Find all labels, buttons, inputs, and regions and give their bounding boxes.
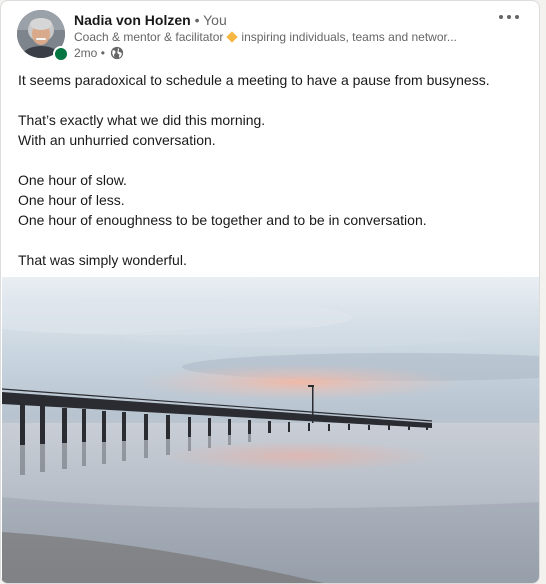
ellipsis-icon (499, 15, 503, 19)
presence-indicator (53, 46, 69, 62)
name-separator: • (194, 12, 200, 28)
author-relation: You (203, 12, 227, 28)
post-line: That’s exactly what we did this morning. (18, 112, 266, 128)
globe-icon (111, 46, 124, 60)
author-meta: Nadia von Holzen • You Coach & mentor & … (74, 11, 494, 61)
ellipsis-icon (507, 15, 511, 19)
post-time-line: 2mo • (74, 45, 494, 61)
post-line: One hour of enoughness to be together an… (18, 212, 427, 228)
time-separator: • (100, 46, 105, 60)
post-image[interactable] (1, 277, 539, 583)
ellipsis-icon (515, 15, 519, 19)
author-name-line: Nadia von Holzen • You (74, 11, 494, 29)
headline-part-1: Coach & mentor & facilitator (74, 30, 224, 44)
post-line: That was simply wonderful. (18, 252, 187, 268)
pier-at-dawn-photo (1, 277, 539, 583)
post-body: It seems paradoxical to schedule a meeti… (18, 70, 528, 270)
post-line: One hour of less. (18, 192, 125, 208)
diamond-icon (226, 31, 239, 43)
post-line: With an unhurried conversation. (18, 132, 216, 148)
post-line: It seems paradoxical to schedule a meeti… (18, 72, 490, 88)
more-options-button[interactable] (497, 8, 525, 28)
post-time[interactable]: 2mo (74, 46, 97, 60)
post-line: One hour of slow. (18, 172, 127, 188)
author-headline: Coach & mentor & facilitator inspiring in… (74, 29, 494, 45)
post-card: Nadia von Holzen • You Coach & mentor & … (0, 0, 540, 584)
headline-part-2: inspiring individuals, teams and networ.… (241, 30, 457, 44)
author-name[interactable]: Nadia von Holzen (74, 12, 191, 28)
post-header: Nadia von Holzen • You Coach & mentor & … (17, 10, 525, 62)
